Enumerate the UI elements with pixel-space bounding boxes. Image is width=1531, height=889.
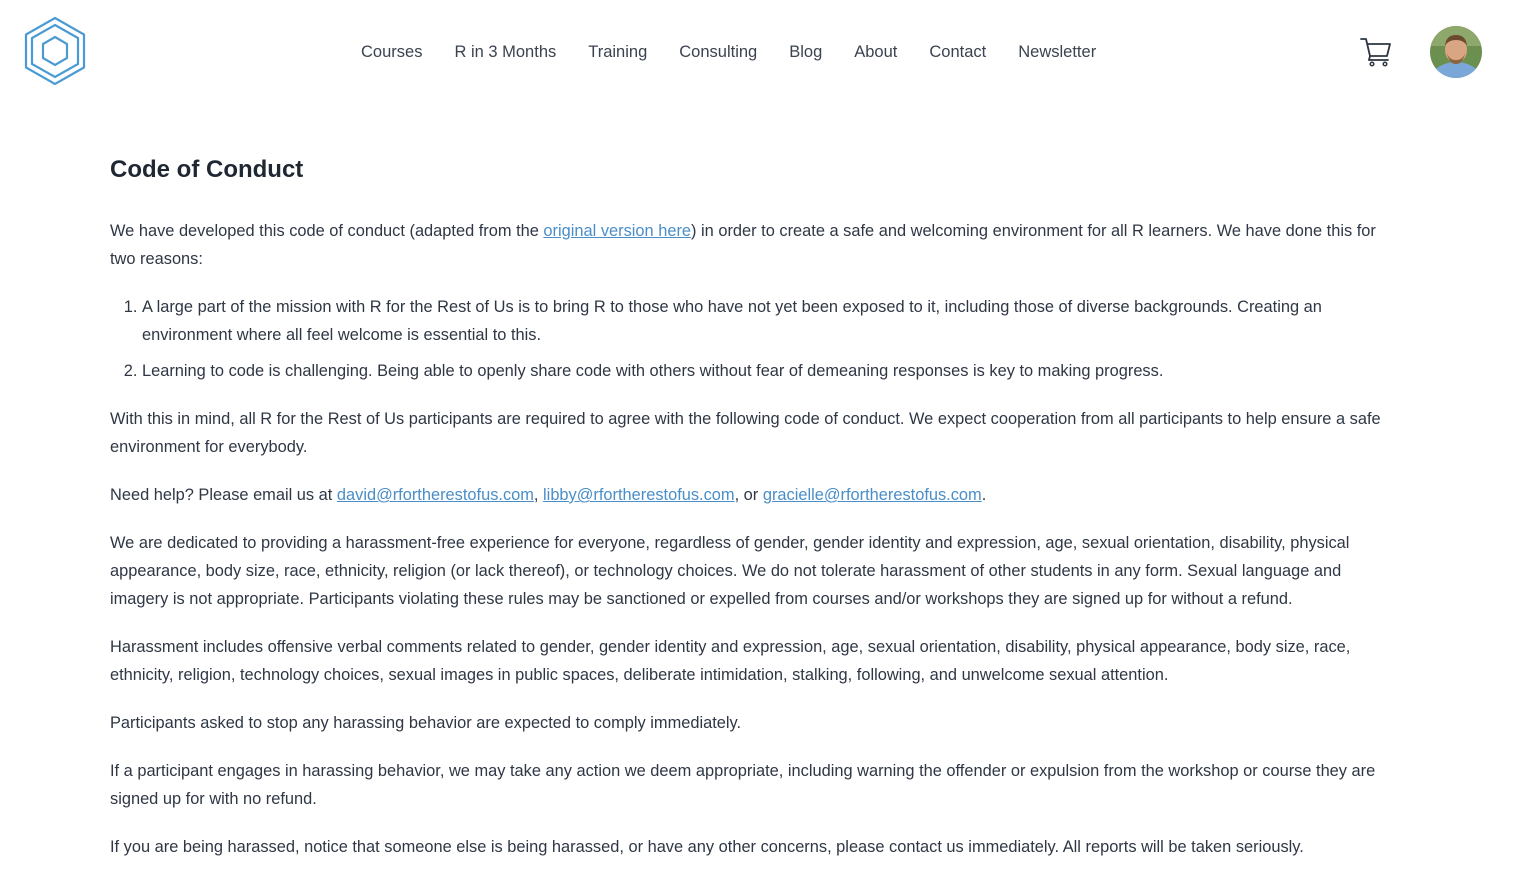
action-paragraph: If a participant engages in harassing be… <box>110 762 1376 808</box>
email-link-libby[interactable]: libby@rfortherestofus.com <box>543 486 735 504</box>
list-item: A large part of the mission with R for t… <box>142 293 1400 349</box>
nav-item-contact[interactable]: Contact <box>929 41 986 63</box>
nav-item-r-in-3-months[interactable]: R in 3 Months <box>454 41 556 63</box>
dedication-paragraph: We are dedicated to providing a harassme… <box>110 534 1350 608</box>
shopping-cart-icon[interactable] <box>1359 35 1393 67</box>
agreement-paragraph: With this in mind, all R for the Rest of… <box>110 410 1381 456</box>
email-link-gracielle[interactable]: gracielle@rfortherestofus.com <box>763 486 982 504</box>
reasons-list: A large part of the mission with R for t… <box>110 293 1400 385</box>
comply-paragraph: Participants asked to stop any harassing… <box>110 714 742 732</box>
nav-item-newsletter[interactable]: Newsletter <box>1018 41 1096 63</box>
nav-item-blog[interactable]: Blog <box>789 41 822 63</box>
site-header: Courses R in 3 Months Training Consultin… <box>0 0 1531 104</box>
intro-text-before: We have developed this code of conduct (… <box>110 222 544 240</box>
harassment-definition-paragraph: Harassment includes offensive verbal com… <box>110 638 1351 684</box>
nav-item-about[interactable]: About <box>854 41 897 63</box>
email-link-david[interactable]: david@rfortherestofus.com <box>337 486 534 504</box>
hexagon-logo-icon[interactable] <box>23 16 87 86</box>
help-prefix: Need help? Please email us at <box>110 486 337 504</box>
email-separator: , or <box>734 486 763 504</box>
nav-item-consulting[interactable]: Consulting <box>679 41 757 63</box>
email-separator: , <box>533 486 544 504</box>
page-title: Code of Conduct <box>110 156 304 183</box>
intro-paragraph: We have developed this code of conduct (… <box>110 217 1400 273</box>
nav-item-training[interactable]: Training <box>588 41 647 63</box>
main-nav: Courses R in 3 Months Training Consultin… <box>361 41 1096 63</box>
original-version-link[interactable]: original version here <box>543 222 691 240</box>
list-item: Learning to code is challenging. Being a… <box>142 357 1400 385</box>
main-content: Code of Conduct We have developed this c… <box>110 150 1400 881</box>
help-paragraph: Need help? Please email us at david@rfor… <box>110 481 1400 509</box>
help-suffix: . <box>981 486 987 504</box>
user-avatar[interactable] <box>1430 26 1482 78</box>
nav-item-courses[interactable]: Courses <box>361 41 422 63</box>
report-paragraph: If you are being harassed, notice that s… <box>110 838 1304 856</box>
